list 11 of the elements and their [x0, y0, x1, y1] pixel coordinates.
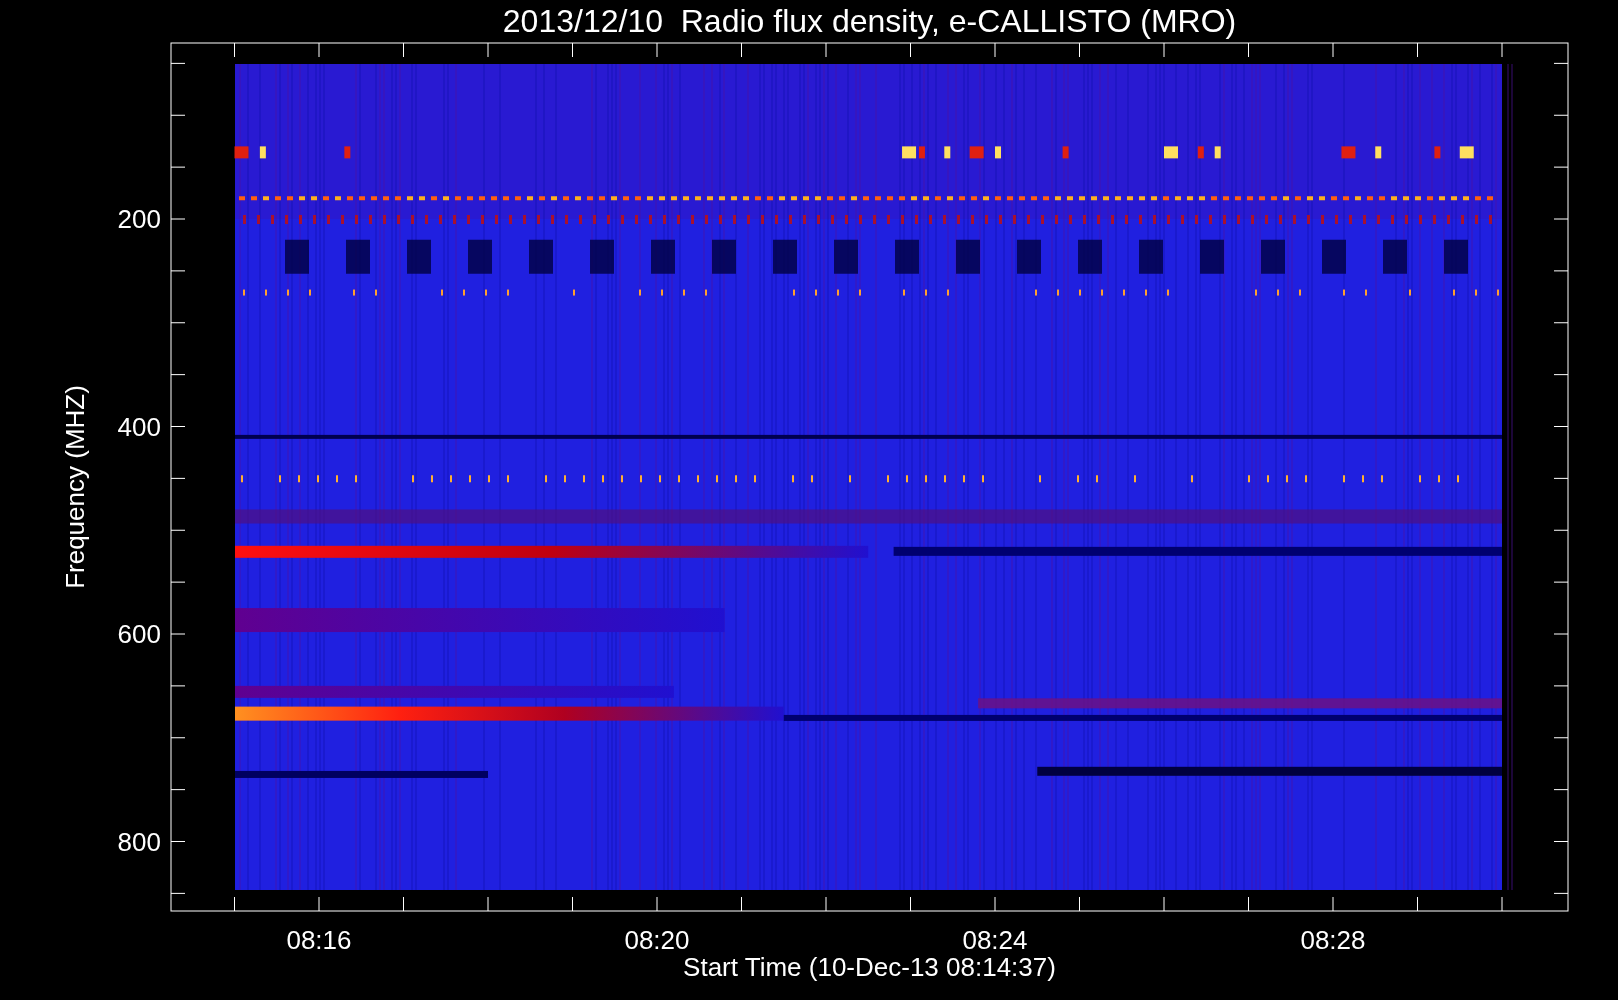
tick-label: 200	[117, 204, 161, 234]
tick-label: 800	[117, 826, 161, 857]
axis-label: Start Time (10-Dec-13 08:14:37)	[683, 952, 1056, 982]
tick-label: 08:24	[962, 925, 1028, 955]
axis-label: Frequency (MHZ)	[60, 385, 90, 589]
tick-label: 600	[117, 619, 161, 649]
tick-label: 08:28	[1300, 925, 1366, 955]
tick-label: 400	[117, 411, 161, 442]
plot-title: 2013/12/10 Radio flux density, e-CALLISTO (MRO)	[502, 3, 1237, 39]
tick-label: 08:16	[286, 925, 352, 955]
tick-label: 08:20	[624, 925, 690, 955]
